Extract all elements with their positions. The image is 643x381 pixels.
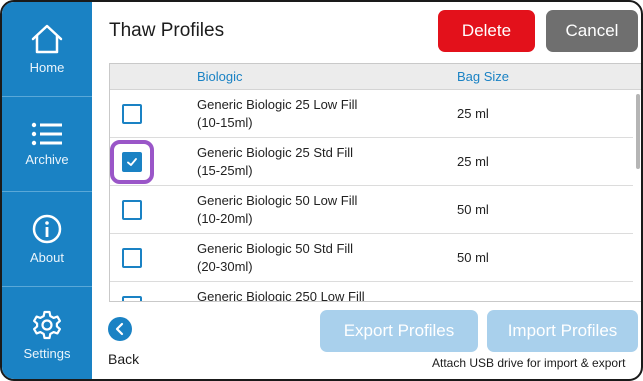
sidebar-item-label: Archive bbox=[25, 151, 69, 167]
biologic-name-line2: (20-30ml) bbox=[197, 259, 253, 274]
back-button[interactable] bbox=[108, 317, 132, 341]
biologic-name-line1: Generic Biologic 50 Std Fill bbox=[197, 241, 354, 256]
biologic-name-line2: (10-20ml) bbox=[197, 211, 253, 226]
cancel-button[interactable]: Cancel bbox=[546, 10, 638, 52]
biologic-name: Generic Biologic 25 Std Fill (15-25ml) bbox=[197, 144, 353, 180]
column-header-bag-size[interactable]: Bag Size bbox=[457, 69, 509, 84]
bag-size: 50 ml bbox=[457, 202, 489, 217]
sidebar-item-label: About bbox=[30, 249, 64, 265]
row-checkbox-checked[interactable] bbox=[122, 152, 142, 172]
delete-button[interactable]: Delete bbox=[438, 10, 535, 52]
usb-hint-text: Attach USB drive for import & export bbox=[432, 356, 626, 370]
biologic-name-line2: (10-15ml) bbox=[197, 115, 253, 130]
biologic-name-line1: Generic Biologic 25 Low Fill bbox=[197, 97, 358, 112]
row-checkbox[interactable] bbox=[122, 296, 142, 301]
biologic-name: Generic Biologic 50 Std Fill (20-30ml) bbox=[197, 240, 353, 276]
sidebar-item-home[interactable]: Home bbox=[2, 2, 92, 97]
checkmark-icon bbox=[127, 158, 137, 166]
biologic-name-line1: Generic Biologic 250 Low Fill bbox=[197, 289, 365, 302]
column-header-biologic[interactable]: Biologic bbox=[197, 69, 243, 84]
biologic-name-line1: Generic Biologic 50 Low Fill bbox=[197, 193, 358, 208]
table-row[interactable]: Generic Biologic 50 Std Fill (20-30ml) 5… bbox=[110, 234, 633, 282]
table-row[interactable]: Generic Biologic 25 Std Fill (15-25ml) 2… bbox=[110, 138, 633, 186]
sidebar-item-about[interactable]: About bbox=[2, 192, 92, 287]
chevron-left-icon bbox=[115, 322, 124, 336]
sidebar: Home Archive About Settings bbox=[2, 2, 92, 379]
list-icon bbox=[31, 122, 62, 145]
biologic-name-line2: (15-25ml) bbox=[197, 163, 253, 178]
sidebar-item-label: Home bbox=[29, 59, 65, 75]
table-row[interactable]: Generic Biologic 25 Low Fill (10-15ml) 2… bbox=[110, 90, 633, 138]
info-icon bbox=[32, 214, 62, 243]
sidebar-item-archive[interactable]: Archive bbox=[2, 97, 92, 192]
biologic-name: Generic Biologic 50 Low Fill (10-20ml) bbox=[197, 192, 357, 228]
bag-size: 50 ml bbox=[457, 250, 489, 265]
export-profiles-button[interactable]: Export Profiles bbox=[320, 310, 478, 352]
back-label[interactable]: Back bbox=[108, 351, 139, 367]
row-checkbox[interactable] bbox=[122, 248, 142, 268]
profiles-table: Biologic Bag Size Generic Biologic 25 Lo… bbox=[109, 63, 641, 302]
gear-icon bbox=[33, 310, 61, 339]
page-title: Thaw Profiles bbox=[109, 20, 225, 41]
table-header: Biologic Bag Size bbox=[110, 64, 641, 90]
table-scrollbar[interactable] bbox=[635, 90, 641, 301]
biologic-name: Generic Biologic 25 Low Fill (10-15ml) bbox=[197, 96, 357, 132]
row-checkbox[interactable] bbox=[122, 200, 142, 220]
biologic-name: Generic Biologic 250 Low Fill bbox=[197, 288, 365, 302]
row-checkbox[interactable] bbox=[122, 104, 142, 124]
bag-size: 25 ml bbox=[457, 106, 489, 121]
sidebar-item-settings[interactable]: Settings bbox=[2, 287, 92, 379]
table-row[interactable]: Generic Biologic 50 Low Fill (10-20ml) 5… bbox=[110, 186, 633, 234]
bag-size: 25 ml bbox=[457, 154, 489, 169]
scrollbar-thumb[interactable] bbox=[636, 94, 640, 169]
table-row[interactable]: Generic Biologic 250 Low Fill bbox=[110, 282, 633, 302]
home-icon bbox=[31, 24, 63, 53]
app-window: Home Archive About Settings Thaw Profile… bbox=[0, 0, 643, 381]
import-profiles-button[interactable]: Import Profiles bbox=[487, 310, 638, 352]
biologic-name-line1: Generic Biologic 25 Std Fill bbox=[197, 145, 354, 160]
sidebar-item-label: Settings bbox=[23, 345, 71, 361]
